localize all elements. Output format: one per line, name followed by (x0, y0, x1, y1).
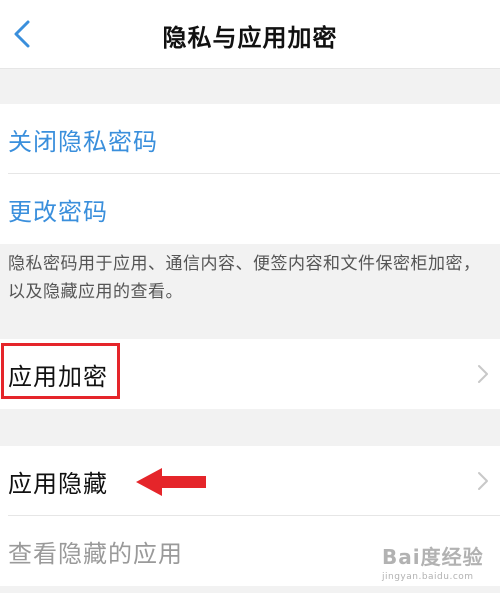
change-password-label: 更改密码 (8, 197, 108, 226)
privacy-password-description: 隐私密码用于应用、通信内容、便签内容和文件保密柜加密，以及隐藏应用的查看。 (8, 254, 481, 302)
change-password-item[interactable]: 更改密码 (0, 174, 500, 244)
top-bar: 隐私与应用加密 (0, 0, 500, 69)
app-hide-item[interactable]: 应用隐藏 (0, 446, 500, 516)
chevron-right-icon (478, 472, 488, 490)
watermark-url: jingyan.baidu.com (382, 572, 474, 582)
app-hide-label: 应用隐藏 (8, 469, 108, 498)
page-title: 隐私与应用加密 (162, 24, 338, 52)
highlight-box (1, 343, 120, 399)
password-settings-group: 关闭隐私密码 更改密码 (0, 104, 500, 244)
chevron-right-icon (478, 365, 488, 383)
baidu-jingyan-watermark: Bai度经验 jingyan.baidu.com (382, 541, 492, 585)
watermark-brand: Bai度经验 (382, 545, 484, 569)
close-privacy-password-item[interactable]: 关闭隐私密码 (0, 104, 500, 174)
view-hidden-apps-label: 查看隐藏的应用 (8, 539, 183, 568)
red-arrow-icon (136, 468, 206, 496)
close-privacy-password-label: 关闭隐私密码 (8, 127, 158, 156)
